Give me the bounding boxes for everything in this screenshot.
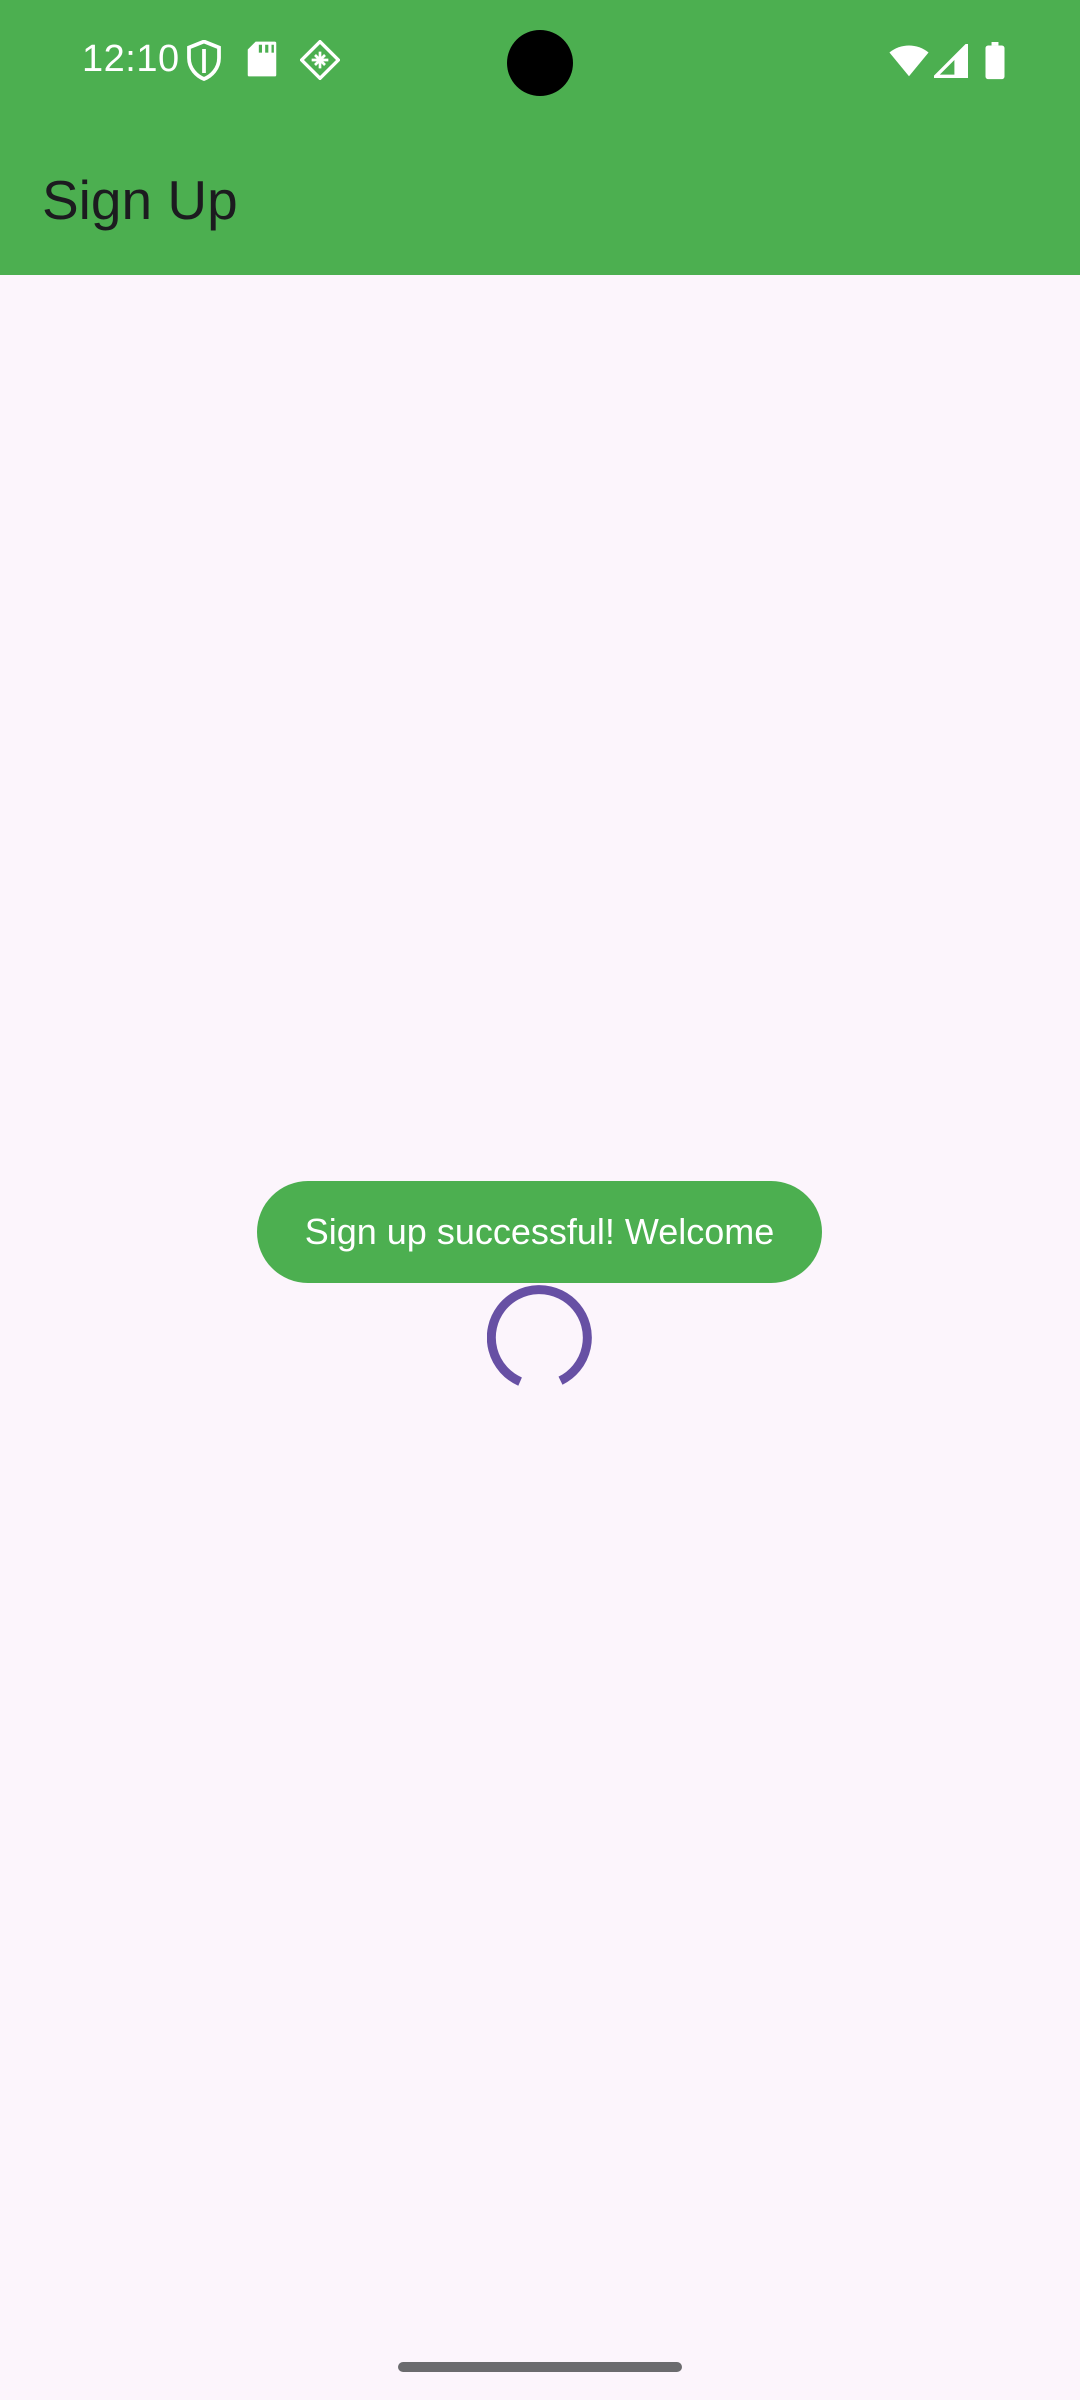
app-grid-icon xyxy=(299,39,341,85)
wifi-icon xyxy=(888,44,930,83)
app-bar: Sign Up xyxy=(0,126,1080,275)
status-time: 12:10 xyxy=(82,38,180,80)
page-title: Sign Up xyxy=(42,169,238,231)
cell-signal-icon xyxy=(931,41,968,83)
screen: 12:10 Sign Up Sign up successful! Welcom… xyxy=(0,0,1080,2400)
status-bar: 12:10 xyxy=(0,0,1080,126)
battery-icon xyxy=(984,42,1006,85)
sd-card-icon xyxy=(246,40,278,83)
shield-icon xyxy=(186,39,222,87)
toast-message: Sign up successful! Welcome xyxy=(257,1181,822,1283)
camera-cutout xyxy=(507,30,573,96)
top-app-area: 12:10 Sign Up xyxy=(0,0,1080,275)
home-indicator[interactable] xyxy=(398,2362,682,2372)
loading-spinner-icon xyxy=(487,1285,592,1386)
toast-text: Sign up successful! Welcome xyxy=(304,1211,775,1252)
